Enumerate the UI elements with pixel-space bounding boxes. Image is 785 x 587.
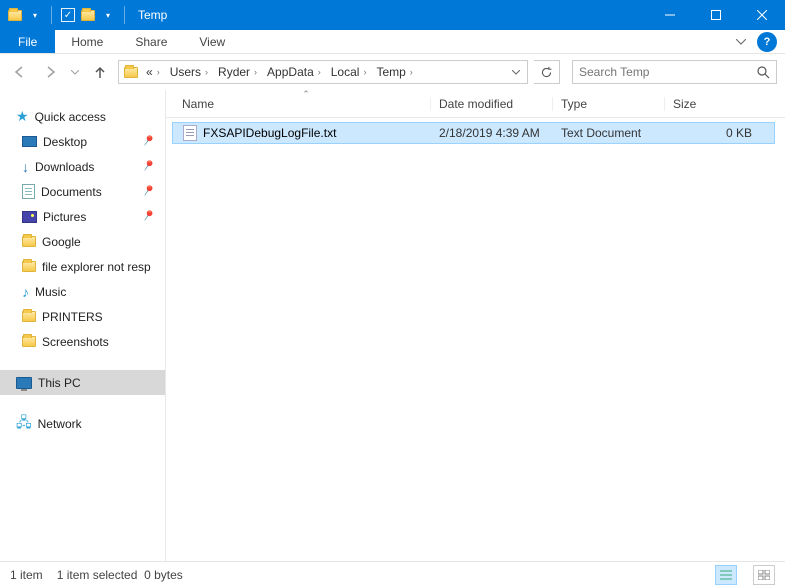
- title-bar: ▾ ✓ ▾ Temp: [0, 0, 785, 30]
- network-icon: 🖧: [16, 412, 32, 436]
- sidebar-item-pictures[interactable]: Pictures 📍: [0, 204, 165, 229]
- details-view-button[interactable]: [715, 565, 737, 585]
- pc-icon: [16, 377, 32, 389]
- sidebar-item-label: Google: [42, 235, 81, 249]
- breadcrumb-overflow[interactable]: «›: [141, 61, 165, 83]
- breadcrumb-item[interactable]: Users›: [165, 61, 213, 83]
- text-file-icon: [183, 125, 197, 141]
- sidebar-item-printers[interactable]: PRINTERS: [0, 304, 165, 329]
- pictures-icon: [22, 211, 37, 223]
- sidebar-item-documents[interactable]: Documents 📍: [0, 179, 165, 204]
- qat-dropdown-icon[interactable]: ▾: [26, 4, 44, 26]
- navigation-bar: «› Users› Ryder› AppData› Local› Temp›: [0, 54, 785, 90]
- column-header-name[interactable]: ⌃Name: [182, 97, 430, 111]
- sidebar-item-desktop[interactable]: Desktop 📍: [0, 129, 165, 154]
- sidebar-item-label: file explorer not resp: [42, 260, 151, 274]
- sidebar-this-pc[interactable]: This PC: [0, 370, 165, 395]
- sidebar-item-label: Screenshots: [42, 335, 109, 349]
- address-bar[interactable]: «› Users› Ryder› AppData› Local› Temp›: [118, 60, 528, 84]
- sidebar-item-downloads[interactable]: ↓ Downloads 📍: [0, 154, 165, 179]
- sidebar-quick-access[interactable]: ★ Quick access: [0, 104, 165, 129]
- documents-icon: [22, 184, 35, 199]
- tab-share[interactable]: Share: [119, 30, 183, 53]
- tab-view[interactable]: View: [183, 30, 241, 53]
- search-input[interactable]: [573, 65, 750, 79]
- column-header-size[interactable]: Size: [664, 97, 785, 111]
- app-folder-icon: [6, 4, 24, 26]
- music-icon: ♪: [22, 284, 29, 300]
- qat-properties-icon[interactable]: ✓: [59, 4, 77, 26]
- qat-more-icon[interactable]: ▾: [99, 4, 117, 26]
- sidebar-item-file-explorer[interactable]: file explorer not resp: [0, 254, 165, 279]
- sidebar-item-music[interactable]: ♪ Music: [0, 279, 165, 304]
- sidebar-item-label: This PC: [38, 376, 81, 390]
- file-row[interactable]: FXSAPIDebugLogFile.txt 2/18/2019 4:39 AM…: [172, 122, 775, 144]
- folder-icon: [22, 336, 36, 347]
- qat-folder-icon[interactable]: [79, 4, 97, 26]
- quick-access-toolbar: ▾ ✓ ▾: [0, 4, 130, 26]
- back-button[interactable]: [8, 60, 32, 84]
- folder-icon: [22, 261, 36, 272]
- refresh-button[interactable]: [534, 60, 560, 84]
- file-tab[interactable]: File: [0, 30, 55, 53]
- desktop-icon: [22, 136, 37, 147]
- close-button[interactable]: [739, 0, 785, 30]
- forward-button[interactable]: [38, 60, 62, 84]
- main-area: ★ Quick access Desktop 📍 ↓ Downloads 📍 Docum…: [0, 90, 785, 561]
- column-header-type[interactable]: Type: [552, 97, 664, 111]
- pin-icon: 📍: [139, 207, 158, 226]
- breadcrumb-item[interactable]: Local›: [326, 61, 372, 83]
- downloads-icon: ↓: [22, 159, 29, 175]
- file-size: 0 KB: [665, 126, 774, 140]
- status-selected: 1 item selected 0 bytes: [57, 568, 183, 582]
- ribbon-tabs: File Home Share View ?: [0, 30, 785, 54]
- file-date: 2/18/2019 4:39 AM: [431, 126, 553, 140]
- status-bar: 1 item 1 item selected 0 bytes: [0, 561, 785, 587]
- expand-ribbon-icon[interactable]: [729, 30, 753, 53]
- location-folder-icon: [121, 67, 141, 78]
- search-box[interactable]: [572, 60, 777, 84]
- file-name: FXSAPIDebugLogFile.txt: [203, 126, 336, 140]
- pin-icon: 📍: [139, 182, 158, 201]
- search-icon[interactable]: [750, 66, 776, 79]
- maximize-button[interactable]: [693, 0, 739, 30]
- breadcrumb-item[interactable]: AppData›: [262, 61, 326, 83]
- file-type: Text Document: [553, 126, 665, 140]
- window-title: Temp: [138, 8, 167, 22]
- thumbnails-view-button[interactable]: [753, 565, 775, 585]
- sidebar-item-label: Documents: [41, 185, 102, 199]
- sidebar-item-label: Network: [38, 417, 82, 431]
- sidebar-network[interactable]: 🖧 Network: [0, 411, 165, 436]
- sort-caret-icon: ⌃: [302, 89, 310, 100]
- separator: [124, 6, 125, 24]
- sidebar-item-google[interactable]: Google: [0, 229, 165, 254]
- column-header-date[interactable]: Date modified: [430, 97, 552, 111]
- file-list[interactable]: FXSAPIDebugLogFile.txt 2/18/2019 4:39 AM…: [166, 118, 785, 561]
- sidebar-item-label: PRINTERS: [42, 310, 103, 324]
- navigation-pane: ★ Quick access Desktop 📍 ↓ Downloads 📍 Docum…: [0, 90, 166, 561]
- up-button[interactable]: [88, 60, 112, 84]
- sidebar-item-label: Pictures: [43, 210, 86, 224]
- help-icon[interactable]: ?: [757, 32, 777, 52]
- status-item-count: 1 item: [10, 568, 43, 582]
- breadcrumb-item[interactable]: Ryder›: [213, 61, 262, 83]
- sidebar-item-label: Quick access: [35, 110, 106, 124]
- folder-icon: [22, 311, 36, 322]
- sidebar-item-screenshots[interactable]: Screenshots: [0, 329, 165, 354]
- folder-icon: [22, 236, 36, 247]
- separator: [51, 6, 52, 24]
- recent-locations-icon[interactable]: [68, 60, 82, 84]
- content-pane: ⌃Name Date modified Type Size FXSAPIDebu…: [166, 90, 785, 561]
- sidebar-item-label: Music: [35, 285, 66, 299]
- sidebar-item-label: Desktop: [43, 135, 87, 149]
- tab-home[interactable]: Home: [55, 30, 119, 53]
- column-headers: ⌃Name Date modified Type Size: [166, 90, 785, 118]
- minimize-button[interactable]: [647, 0, 693, 30]
- star-icon: ★: [16, 108, 29, 125]
- breadcrumb-item[interactable]: Temp›: [371, 61, 417, 83]
- sidebar-item-label: Downloads: [35, 160, 94, 174]
- pin-icon: 📍: [139, 132, 158, 151]
- pin-icon: 📍: [139, 157, 158, 176]
- address-dropdown-icon[interactable]: [507, 70, 525, 75]
